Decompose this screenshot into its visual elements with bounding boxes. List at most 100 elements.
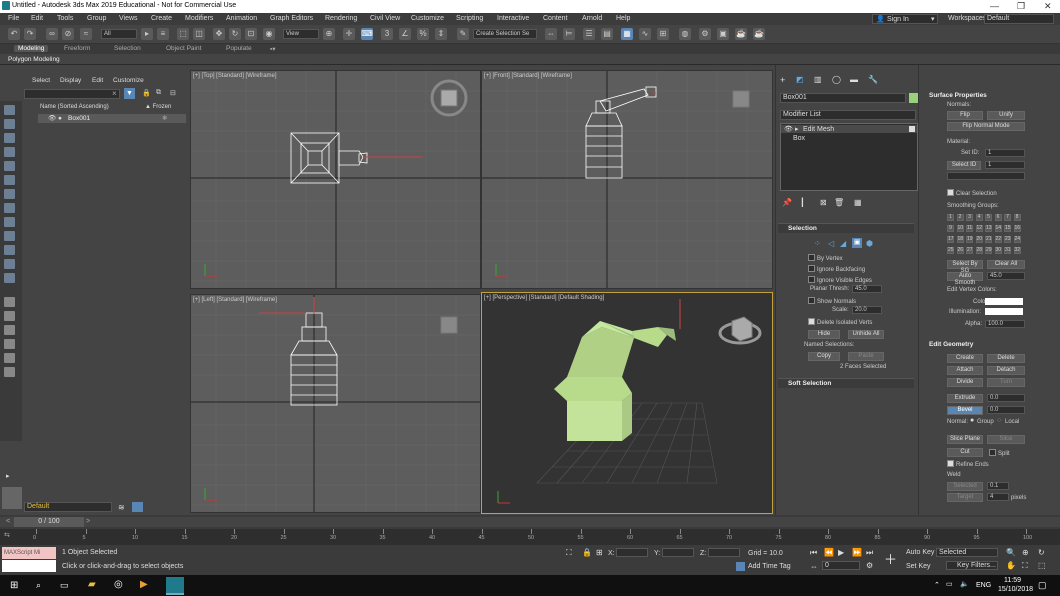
- smoothing-group-14[interactable]: 14: [994, 225, 1002, 232]
- menu-animation[interactable]: Animation: [226, 15, 257, 22]
- smoothing-group-17[interactable]: 17: [947, 236, 954, 243]
- smoothing-group-31[interactable]: 31: [1004, 247, 1011, 254]
- ribbon-toggle-icon[interactable]: ▤: [601, 28, 613, 40]
- mirror-icon[interactable]: ⇔: [545, 28, 557, 40]
- auto-key-button[interactable]: Auto Key: [906, 549, 934, 556]
- find-icon[interactable]: [4, 353, 15, 363]
- smoothing-group-15[interactable]: 15: [1004, 225, 1011, 232]
- menu-modifiers[interactable]: Modifiers: [185, 15, 213, 22]
- modifier-list-dropdown[interactable]: Modifier List: [780, 110, 916, 120]
- layer-stack-icon[interactable]: ≋: [118, 503, 125, 512]
- scale-icon[interactable]: ⊡: [245, 28, 257, 40]
- move-icon[interactable]: ✥: [213, 28, 225, 40]
- smoothing-group-20[interactable]: 20: [975, 236, 983, 243]
- smoothing-group-1[interactable]: 1: [947, 214, 954, 221]
- tab-modeling[interactable]: Modeling: [14, 45, 49, 52]
- smoothing-group-7[interactable]: 7: [1004, 214, 1011, 221]
- viewport-left[interactable]: [+] [Left] [Standard] [Wireframe]: [190, 294, 481, 513]
- viewport-front-label[interactable]: [+] [Front] [Standard] [Wireframe]: [484, 73, 572, 79]
- utilities-tab-icon[interactable]: 🔧: [868, 75, 878, 84]
- smoothing-group-10[interactable]: 10: [956, 225, 964, 232]
- menu-graph-editors[interactable]: Graph Editors: [270, 15, 313, 22]
- angle-snap-icon[interactable]: ∠: [399, 28, 411, 40]
- display-bones-icon[interactable]: [4, 231, 15, 241]
- menu-edit[interactable]: Edit: [31, 15, 43, 22]
- menu-views[interactable]: Views: [119, 15, 138, 22]
- extrude-button[interactable]: Extrude: [947, 394, 983, 403]
- rotate-icon[interactable]: ↻: [229, 28, 241, 40]
- unlink-icon[interactable]: ⊘: [62, 28, 74, 40]
- smoothing-group-5[interactable]: 5: [985, 214, 992, 221]
- viewcube-left[interactable]: [440, 316, 458, 334]
- auto-smooth-spinner[interactable]: 45.0: [987, 272, 1025, 280]
- scene-tool-icon-1[interactable]: 🔒: [142, 89, 151, 97]
- next-frame-icon[interactable]: ⏩: [852, 548, 862, 557]
- smoothing-group-13[interactable]: 13: [985, 225, 992, 232]
- viewcube-top[interactable]: [430, 79, 468, 117]
- volume-icon[interactable]: 🔈: [960, 580, 969, 588]
- schematic-view-icon[interactable]: ⊞: [657, 28, 669, 40]
- language-indicator[interactable]: ENG: [976, 582, 991, 589]
- key-filters-button[interactable]: Key Filters...: [946, 561, 998, 570]
- layer-manager-icon[interactable]: ☰: [583, 28, 595, 40]
- display-invert-icon[interactable]: [4, 311, 15, 321]
- clear-all-button[interactable]: Clear All: [987, 260, 1025, 269]
- scene-tab-select[interactable]: Select: [32, 77, 50, 84]
- paste-button[interactable]: Paste: [848, 352, 884, 361]
- smoothing-group-29[interactable]: 29: [985, 247, 992, 254]
- named-selection-set-dropdown[interactable]: Create Selection Se: [473, 29, 537, 39]
- vertex-color-swatch[interactable]: [985, 298, 1023, 305]
- menu-arnold[interactable]: Arnold: [582, 15, 602, 22]
- render-setup-icon[interactable]: ⚙: [699, 28, 711, 40]
- reference-coordinate-dropdown[interactable]: View: [283, 29, 319, 39]
- local-radio-icon[interactable]: ○: [997, 417, 1001, 424]
- polygon-modeling-label[interactable]: Polygon Modeling: [8, 56, 60, 63]
- tab-populate[interactable]: Populate: [226, 45, 252, 52]
- select-id-spinner[interactable]: 1: [985, 161, 1025, 169]
- face-icon[interactable]: ◢: [840, 239, 846, 248]
- task-view-icon[interactable]: ▭: [60, 580, 69, 591]
- bevel-button[interactable]: Bevel: [947, 406, 983, 415]
- layer-dropdown[interactable]: Default: [24, 502, 112, 512]
- motion-tab-icon[interactable]: ◯: [832, 75, 841, 84]
- material-name-dropdown[interactable]: [947, 172, 1025, 180]
- copy-button[interactable]: Copy: [808, 352, 840, 361]
- soft-selection-rollout-header[interactable]: Soft Selection: [778, 378, 914, 388]
- search-icon[interactable]: ⌕: [36, 580, 41, 591]
- smoothing-group-16[interactable]: 16: [1013, 225, 1021, 232]
- time-slider-handle[interactable]: 0 / 100: [14, 517, 84, 527]
- display-lights-icon[interactable]: [4, 147, 15, 157]
- slice-button[interactable]: Slice: [987, 435, 1025, 444]
- split-checkbox[interactable]: Split: [989, 449, 1010, 457]
- tab-object-paint[interactable]: Object Paint: [166, 45, 201, 52]
- absolute-mode-icon[interactable]: ⊞: [596, 548, 603, 557]
- start-icon[interactable]: ⊞: [10, 580, 18, 591]
- ribbon-options-icon[interactable]: ▪▾: [270, 45, 276, 53]
- flip-button[interactable]: Flip: [947, 111, 983, 120]
- viewport-perspective[interactable]: [+] [Perspective] [Standard] [Default Sh…: [481, 292, 773, 514]
- time-configuration-icon[interactable]: ⚙: [866, 561, 873, 570]
- smoothing-group-9[interactable]: 9: [947, 225, 954, 232]
- menu-content[interactable]: Content: [543, 15, 568, 22]
- viewport-top-label[interactable]: [+] [Top] [Standard] [Wireframe]: [193, 73, 277, 79]
- selection-filter-dropdown[interactable]: All: [101, 29, 137, 39]
- previous-frame-icon[interactable]: ⏪: [824, 548, 834, 557]
- current-frame-field[interactable]: 0: [822, 561, 860, 570]
- render-production-icon[interactable]: ☕: [735, 28, 747, 40]
- key-mode-icon[interactable]: ⇔: [810, 562, 818, 571]
- display-children-icon[interactable]: [4, 325, 15, 335]
- hide-button[interactable]: Hide: [808, 330, 840, 339]
- smoothing-group-28[interactable]: 28: [975, 247, 983, 254]
- smoothing-group-11[interactable]: 11: [966, 225, 973, 232]
- clock-time[interactable]: 11:59: [1004, 577, 1021, 584]
- scene-search-input[interactable]: [24, 89, 120, 99]
- scene-tab-customize[interactable]: Customize: [113, 77, 144, 84]
- zoom-extents-icon[interactable]: ⛶: [1022, 561, 1028, 571]
- media-icon[interactable]: ▶: [140, 579, 148, 590]
- menu-rendering[interactable]: Rendering: [325, 15, 357, 22]
- display-geometry-icon[interactable]: [4, 119, 15, 129]
- smoothing-group-4[interactable]: 4: [975, 214, 983, 221]
- percent-snap-icon[interactable]: %: [417, 28, 429, 40]
- delete-button[interactable]: Delete: [987, 354, 1025, 363]
- smoothing-group-18[interactable]: 18: [956, 236, 964, 243]
